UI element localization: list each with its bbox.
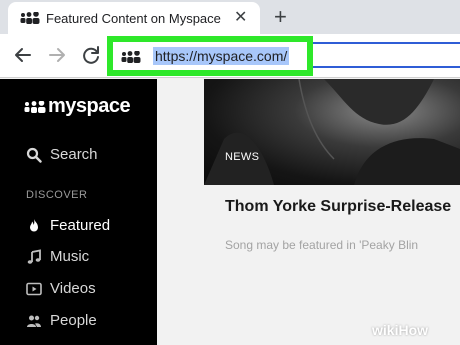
people-icon [27, 315, 41, 327]
search-icon [26, 147, 42, 163]
news-badge: NEWS [225, 151, 260, 163]
tab-strip: Featured Content on Myspace ✕ + [0, 0, 460, 34]
article-hero-image[interactable]: NEWS [204, 79, 460, 185]
wikihow-watermark: wikiHow [372, 322, 429, 338]
forward-arrow-icon[interactable] [44, 42, 70, 68]
sidebar-item-label: Videos [50, 280, 96, 297]
logo-text: myspace [48, 95, 131, 117]
section-heading-discover: DISCOVER [26, 189, 88, 201]
main-content: NEWS Thom Yorke Surprise-Release Song ma… [157, 79, 460, 345]
reload-icon[interactable] [78, 42, 104, 68]
address-url[interactable]: https://myspace.com/ [153, 47, 290, 65]
address-bar-focus-outline[interactable] [313, 42, 460, 68]
sidebar-search-label: Search [50, 146, 98, 163]
myspace-logo-icon [24, 101, 46, 113]
sidebar-item-label: People [50, 312, 97, 329]
browser-tab[interactable]: Featured Content on Myspace ✕ [8, 2, 260, 34]
tab-title: Featured Content on Myspace [46, 11, 221, 26]
video-icon [26, 282, 42, 296]
back-arrow-icon[interactable] [10, 42, 36, 68]
new-tab-button[interactable]: + [274, 6, 287, 28]
sidebar-item-label: Featured [50, 217, 111, 234]
myspace-favicon-icon [20, 12, 40, 24]
music-note-icon [27, 249, 41, 264]
sidebar-item-label: Music [50, 248, 90, 265]
myspace-favicon-icon [121, 51, 141, 63]
hero-photo [204, 79, 460, 185]
sidebar: myspace Search DISCOVER Featured Music V… [0, 79, 157, 345]
flame-icon [30, 219, 38, 232]
address-bar[interactable]: https://myspace.com/ [107, 36, 313, 76]
article-title[interactable]: Thom Yorke Surprise-Release [225, 198, 451, 216]
article-subtitle: Song may be featured in 'Peaky Blin [225, 238, 419, 252]
tab-close-icon[interactable]: ✕ [234, 9, 247, 27]
browser-toolbar: https://myspace.com/ [0, 34, 460, 78]
